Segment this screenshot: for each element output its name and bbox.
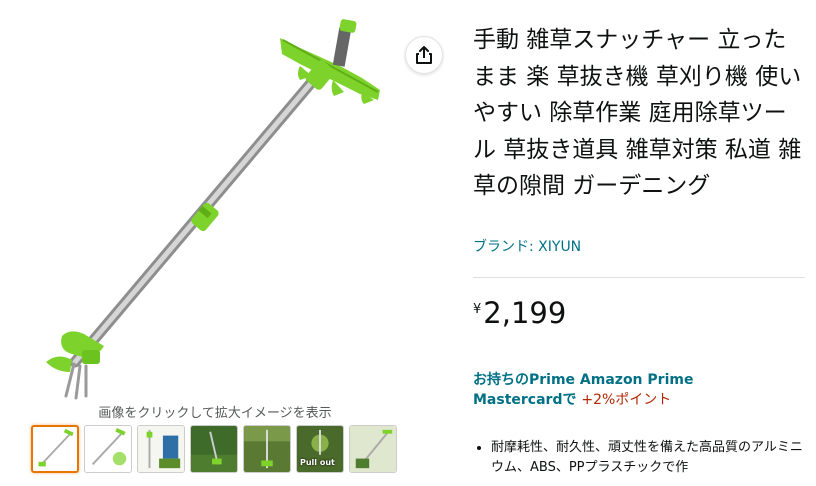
price-amount: 2,199 (483, 296, 567, 330)
share-icon (416, 46, 432, 64)
price: ¥ 2,199 (473, 296, 566, 330)
thumbnail-2[interactable] (84, 425, 132, 473)
thumbnail-6[interactable]: Pull out (296, 425, 344, 473)
product-info: 手動 雑草スナッチャー 立ったまま 楽 草抜き機 草刈り機 使いやすい 除草作業… (473, 0, 816, 486)
thumbnail-1[interactable] (31, 425, 79, 473)
image-gallery: 画像をクリックして拡大イメージを表示 Pull out (0, 0, 460, 486)
thumbnail-strip: Pull out (31, 425, 397, 473)
thumbnail-4[interactable] (190, 425, 238, 473)
brand-link[interactable]: ブランド: XIYUN (473, 236, 581, 256)
zoom-hint-text: 画像をクリックして拡大イメージを表示 (98, 406, 332, 421)
price-symbol: ¥ (473, 302, 482, 317)
card-promo[interactable]: お持ちのPrime Amazon Prime Mastercardで +2%ポイ… (473, 370, 773, 410)
main-product-image[interactable] (0, 0, 400, 400)
feature-bullets: 耐摩耗性、耐久性、頑丈性を備えた高品質のアルミニウム、ABS、PPプラスチックで… (473, 438, 805, 478)
thumbnail-7[interactable] (349, 425, 397, 473)
divider (473, 277, 805, 278)
thumbnail-3[interactable] (137, 425, 185, 473)
bullet-item: 耐摩耗性、耐久性、頑丈性を備えた高品質のアルミニウム、ABS、PPプラスチックで… (491, 438, 805, 478)
thumbnail-5[interactable] (243, 425, 291, 473)
product-title: 手動 雑草スナッチャー 立ったまま 楽 草抜き機 草刈り機 使いやすい 除草作業… (473, 27, 802, 199)
points-text: +2%ポイント (581, 392, 672, 408)
thumbnail-caption: Pull out (300, 458, 335, 467)
share-button[interactable] (405, 36, 443, 74)
